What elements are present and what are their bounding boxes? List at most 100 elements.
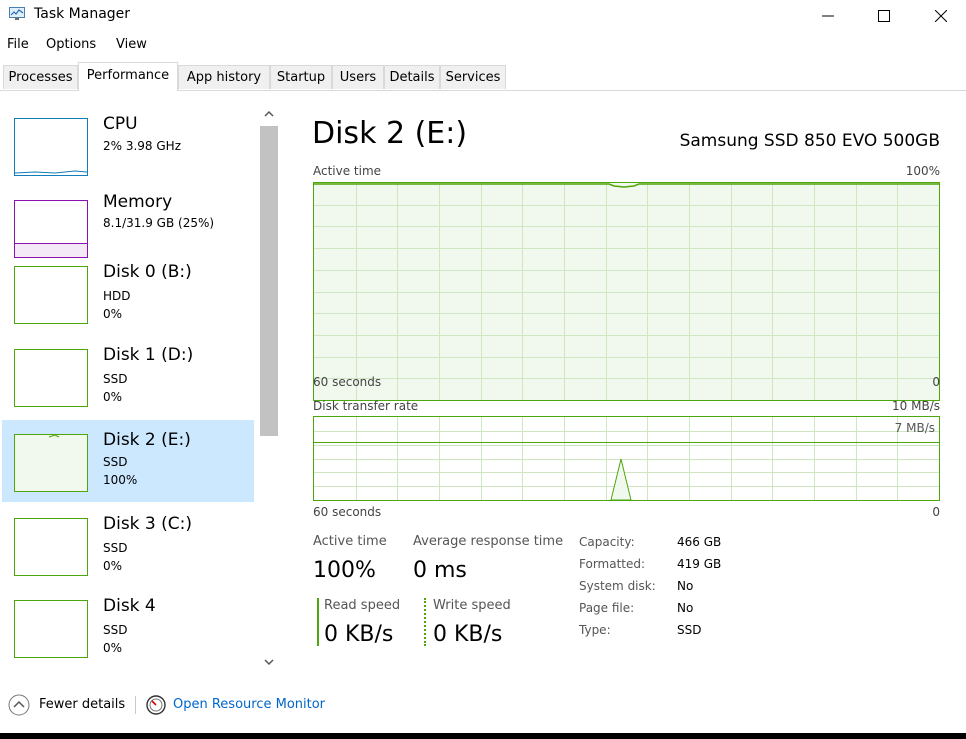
sidebar-item-usage: 0% bbox=[103, 390, 123, 404]
sidebar-item-name: Disk 4 bbox=[103, 596, 156, 616]
maximize-icon bbox=[878, 10, 890, 22]
scroll-thumb[interactable] bbox=[260, 126, 278, 436]
minimize-button[interactable] bbox=[805, 0, 851, 32]
sidebar-item-name: Disk 3 (C:) bbox=[103, 514, 193, 534]
title-bar: Task Manager bbox=[0, 0, 966, 32]
read-speed-value: 0 KB/s bbox=[324, 622, 394, 647]
active-time-graph-duration: 60 seconds bbox=[313, 375, 382, 389]
active-time-grid bbox=[314, 183, 939, 400]
footer-bar: Fewer details Open Resource Monitor bbox=[0, 688, 966, 724]
chevron-up-circle-icon bbox=[8, 694, 30, 716]
active-time-graph bbox=[313, 182, 940, 401]
resource-list: CPU 2% 3.98 GHz Memory 8.1/31.9 GB (25%)… bbox=[0, 92, 258, 672]
tab-services[interactable]: Services bbox=[440, 65, 506, 89]
window-title: Task Manager bbox=[34, 6, 131, 22]
transfer-rate-graph: 7 MB/s bbox=[313, 416, 940, 501]
active-time-label: Active time bbox=[313, 534, 387, 549]
menu-view[interactable]: View bbox=[116, 37, 147, 52]
cpu-thumbnail bbox=[14, 118, 88, 176]
transfer-rate-grid bbox=[314, 417, 939, 500]
scroll-down-icon[interactable] bbox=[263, 657, 275, 667]
sidebar-item-disk-4[interactable]: Disk 4 SSD 0% bbox=[2, 586, 254, 668]
sidebar-item-disk-0[interactable]: Disk 0 (B:) HDD 0% bbox=[2, 252, 254, 334]
sidebar-item-name: Disk 0 (B:) bbox=[103, 262, 192, 282]
sidebar-item-name: Disk 1 (D:) bbox=[103, 345, 194, 365]
maximize-button[interactable] bbox=[861, 0, 907, 32]
sidebar-item-type: SSD bbox=[103, 541, 128, 555]
sidebar-item-usage: 0% bbox=[103, 307, 123, 321]
sidebar-item-detail: 8.1/31.9 GB (25%) bbox=[103, 216, 215, 230]
menu-options[interactable]: Options bbox=[46, 37, 96, 52]
read-speed-indicator bbox=[317, 598, 319, 646]
sidebar-item-usage: 100% bbox=[103, 473, 138, 487]
transfer-rate-graph-duration: 60 seconds bbox=[313, 505, 382, 519]
cpu-thumbnail-graph bbox=[15, 170, 87, 174]
active-time-graph-label: Active time bbox=[313, 164, 382, 178]
open-resource-monitor-label: Open Resource Monitor bbox=[173, 697, 326, 712]
transfer-rate-spike bbox=[610, 458, 632, 500]
type-value: SSD bbox=[677, 623, 702, 637]
sidebar-item-detail: 2% 3.98 GHz bbox=[103, 139, 182, 153]
disk-thumbnail bbox=[14, 434, 88, 492]
tab-startup[interactable]: Startup bbox=[270, 65, 332, 89]
sidebar-item-usage: 0% bbox=[103, 559, 123, 573]
tab-strip: Processes Performance App history Startu… bbox=[0, 62, 966, 91]
capacity-value: 466 GB bbox=[677, 535, 722, 549]
tab-details[interactable]: Details bbox=[384, 65, 440, 89]
footer-divider bbox=[135, 696, 136, 714]
sidebar-item-name: Disk 2 (E:) bbox=[103, 430, 191, 450]
transfer-rate-graph-min: 0 bbox=[932, 505, 940, 519]
read-speed-label: Read speed bbox=[324, 598, 401, 613]
task-manager-icon bbox=[9, 7, 25, 20]
sidebar-scrollbar[interactable] bbox=[258, 104, 280, 672]
write-speed-value: 0 KB/s bbox=[433, 622, 503, 647]
close-button[interactable] bbox=[918, 0, 964, 32]
page-title: Disk 2 (E:) bbox=[312, 116, 468, 151]
transfer-rate-graph-label: Disk transfer rate bbox=[313, 399, 419, 413]
tab-app-history[interactable]: App history bbox=[178, 65, 270, 89]
tab-users[interactable]: Users bbox=[332, 65, 384, 89]
active-time-graph-min: 0 bbox=[932, 375, 940, 389]
sidebar-item-disk-1[interactable]: Disk 1 (D:) SSD 0% bbox=[2, 335, 254, 417]
fewer-details-label: Fewer details bbox=[39, 697, 126, 712]
avg-response-value: 0 ms bbox=[413, 558, 467, 583]
page-file-label: Page file: bbox=[579, 601, 635, 615]
sidebar-item-cpu[interactable]: CPU 2% 3.98 GHz bbox=[2, 104, 254, 186]
tab-processes[interactable]: Processes bbox=[3, 65, 78, 89]
menu-file[interactable]: File bbox=[7, 37, 29, 52]
system-disk-value: No bbox=[677, 579, 694, 593]
write-speed-label: Write speed bbox=[433, 598, 511, 613]
sidebar-item-usage: 0% bbox=[103, 641, 123, 655]
sidebar-item-disk-3[interactable]: Disk 3 (C:) SSD 0% bbox=[2, 504, 254, 586]
avg-response-label: Average response time bbox=[413, 534, 564, 549]
write-speed-indicator bbox=[424, 598, 426, 646]
sidebar-item-type: SSD bbox=[103, 455, 128, 469]
disk-model: Samsung SSD 850 EVO 500GB bbox=[679, 131, 940, 151]
page-file-value: No bbox=[677, 601, 694, 615]
disk-thumbnail bbox=[14, 349, 88, 407]
active-time-value: 100% bbox=[313, 558, 376, 583]
disk-thumbnail bbox=[14, 266, 88, 324]
transfer-rate-marker-label: 7 MB/s bbox=[894, 421, 935, 435]
disk-thumbnail bbox=[14, 518, 88, 576]
sidebar-item-type: HDD bbox=[103, 289, 131, 303]
tab-performance[interactable]: Performance bbox=[78, 62, 178, 91]
resource-monitor-icon bbox=[146, 695, 166, 715]
type-label: Type: bbox=[579, 623, 611, 637]
sidebar-item-disk-2[interactable]: Disk 2 (E:) SSD 100% bbox=[2, 420, 254, 502]
transfer-rate-graph-max: 10 MB/s bbox=[892, 399, 940, 413]
scroll-up-icon[interactable] bbox=[263, 109, 275, 119]
active-time-trace bbox=[314, 183, 939, 188]
capacity-label: Capacity: bbox=[579, 535, 635, 549]
close-icon bbox=[935, 10, 947, 22]
sidebar-item-type: SSD bbox=[103, 372, 128, 386]
sidebar-item-name: Memory bbox=[103, 192, 173, 212]
disk-thumbnail-graph bbox=[48, 435, 60, 438]
system-disk-label: System disk: bbox=[579, 579, 656, 593]
disk-details-panel: Disk 2 (E:) Samsung SSD 850 EVO 500GB Ac… bbox=[300, 92, 966, 672]
formatted-value: 419 GB bbox=[677, 557, 722, 571]
active-time-graph-max: 100% bbox=[905, 164, 940, 178]
sidebar-item-type: SSD bbox=[103, 623, 128, 637]
disk-thumbnail bbox=[14, 600, 88, 658]
memory-thumbnail bbox=[14, 200, 88, 258]
